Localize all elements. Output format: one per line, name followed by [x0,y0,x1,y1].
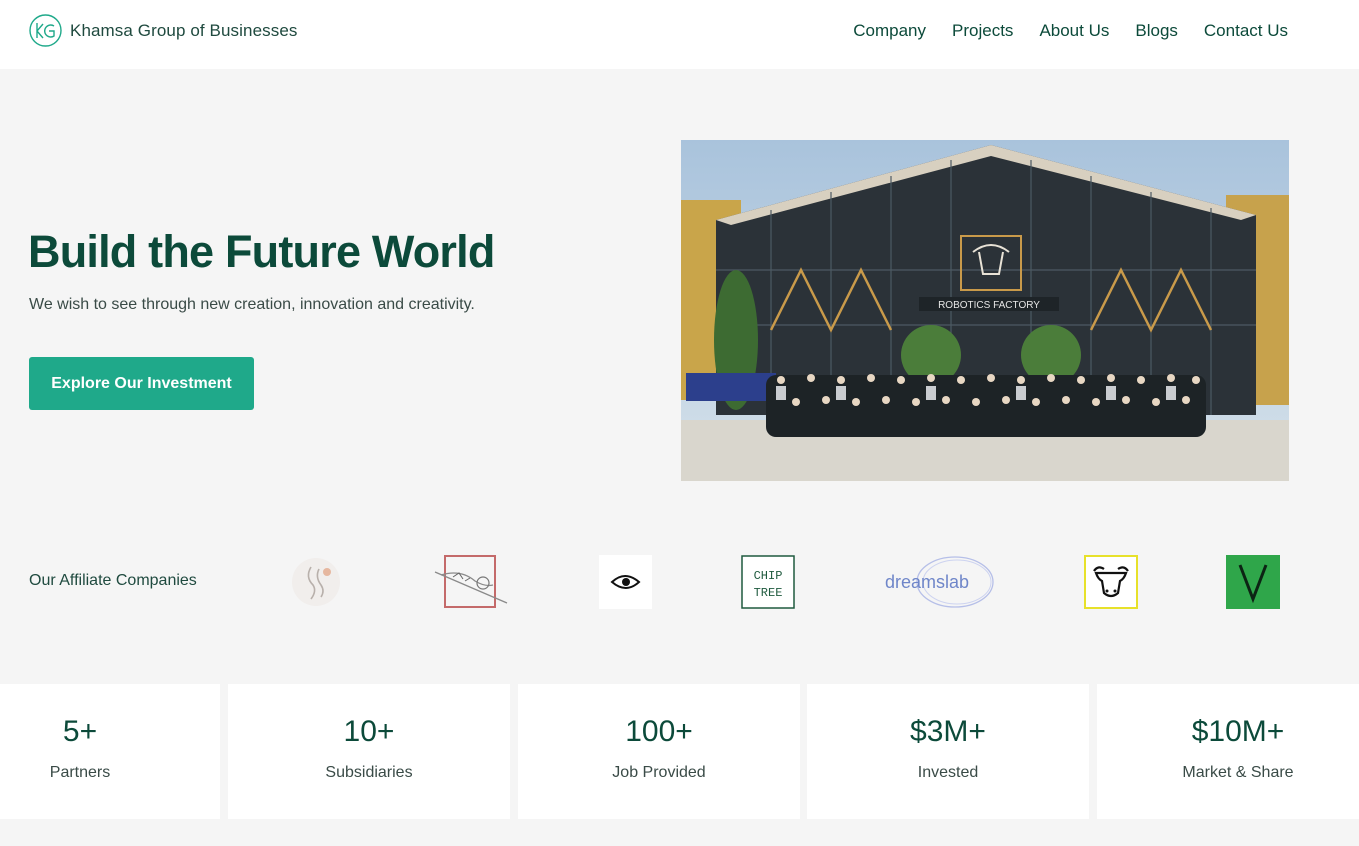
nav-contact-us[interactable]: Contact Us [1204,20,1288,42]
stat-label: Market & Share [1182,764,1294,781]
stat-card-partners: 5+ Partners [0,684,220,819]
framed-sketch-logo[interactable] [433,555,511,609]
stat-card-job-provided: 100+ Job Provided [518,684,800,819]
stat-label: Invested [917,764,979,781]
stat-value: 100+ [625,715,693,748]
hero-title: Build the Future World [28,226,495,277]
chip-tree-line1: CHIP [754,569,783,583]
hero-photo: ROBOTICS FACTORY [681,140,1289,481]
top-navbar: Khamsa Group of Businesses Company Proje… [0,0,1359,69]
green-v-logo[interactable] [1226,555,1280,609]
stat-label: Partners [49,764,111,781]
chip-tree-line2: TREE [754,586,783,600]
photo-sign-text: ROBOTICS FACTORY [938,300,1040,311]
stat-card-subsidiaries: 10+ Subsidiaries [228,684,510,819]
dreamslab-text: dreamslab [885,572,969,592]
nav-about-us[interactable]: About Us [1039,20,1109,42]
stat-card-invested: $3M+ Invested [807,684,1089,819]
dreamslab-logo[interactable]: dreamslab [883,555,995,609]
nav-blogs[interactable]: Blogs [1135,20,1178,42]
stat-value: 10+ [343,715,395,748]
nav-company[interactable]: Company [853,20,926,42]
stat-value: $10M+ [1191,715,1285,748]
ink-circle-logo[interactable] [289,555,343,609]
chip-tree-logo[interactable]: CHIP TREE [741,555,795,609]
main-nav: Company Projects About Us Blogs Contact … [827,20,1288,42]
stat-value: 5+ [62,715,98,748]
brand-link[interactable]: Khamsa Group of Businesses [29,14,298,47]
brand-name: Khamsa Group of Businesses [70,20,298,40]
eye-logo[interactable] [599,555,652,609]
stat-value: $3M+ [910,715,986,748]
kg-monogram-icon [29,14,62,47]
hero-subtitle: We wish to see through new creation, inn… [29,296,475,313]
ox-head-logo[interactable] [1084,555,1138,609]
stat-label: Subsidiaries [325,764,413,781]
stat-card-market-share: $10M+ Market & Share [1097,684,1359,819]
explore-investment-button[interactable]: Explore Our Investment [29,357,254,410]
stat-label: Job Provided [612,764,706,781]
affiliates-label: Our Affiliate Companies [29,572,197,589]
nav-projects[interactable]: Projects [952,20,1013,42]
